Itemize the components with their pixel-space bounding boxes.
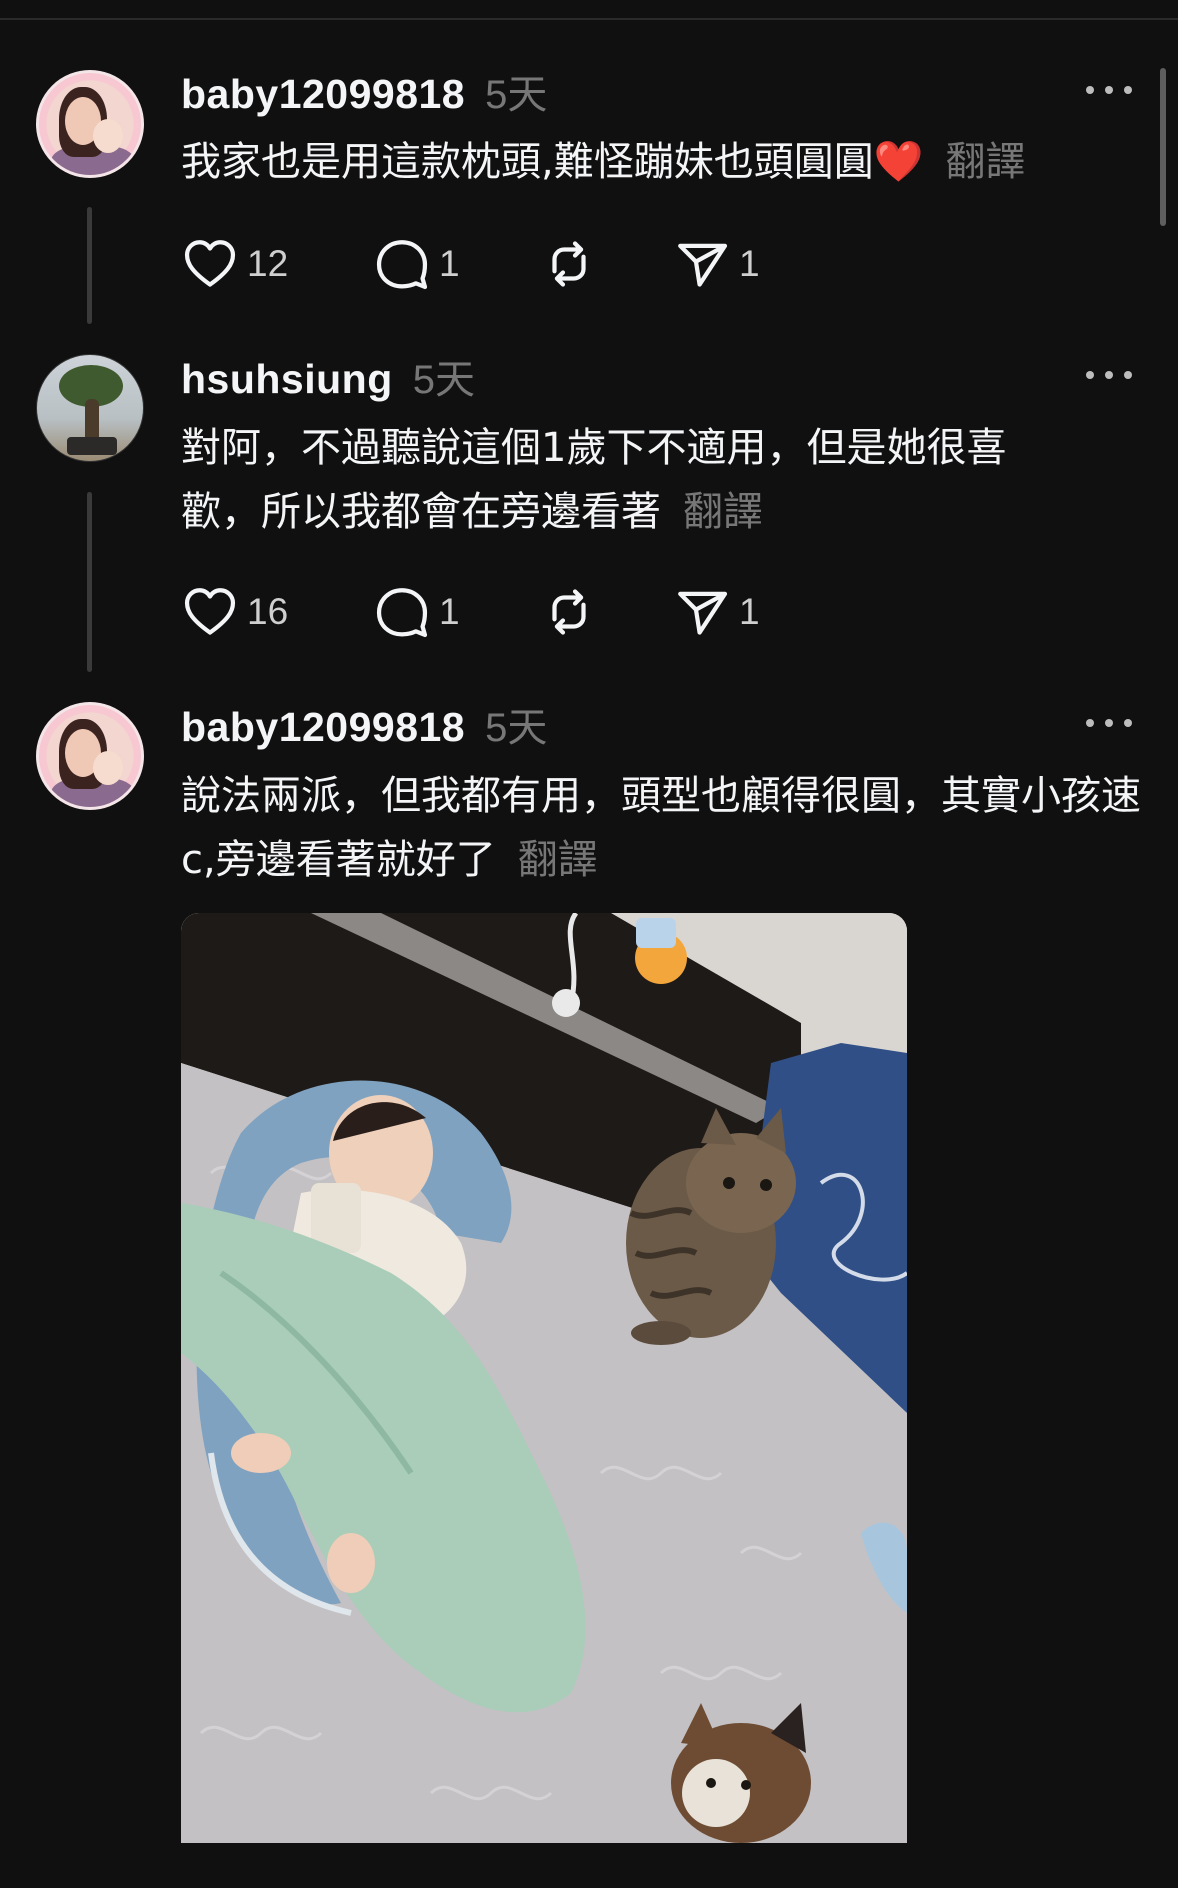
like-count: 12 bbox=[247, 243, 289, 284]
post-text: 我家也是用這款枕頭,難怪蹦妹也頭圓圓❤️ bbox=[181, 139, 924, 185]
timestamp: 5天 bbox=[485, 706, 548, 750]
avatar[interactable] bbox=[36, 702, 144, 810]
comment-count: 1 bbox=[439, 591, 460, 632]
share-button[interactable]: 1 bbox=[673, 234, 760, 294]
repost-button[interactable] bbox=[540, 582, 598, 642]
repost-button[interactable] bbox=[540, 234, 598, 294]
comment-button[interactable]: 1 bbox=[373, 582, 460, 642]
comment-count: 1 bbox=[439, 243, 460, 284]
scrollbar[interactable] bbox=[1160, 68, 1166, 226]
post-text: 說法兩派，但我都有用，頭型也顧得很圓，其實小孩速c,旁邊看著就好了 bbox=[181, 773, 1141, 883]
translate-link[interactable]: 翻譯 bbox=[683, 489, 763, 535]
heart-icon bbox=[184, 588, 236, 635]
like-count: 16 bbox=[247, 591, 289, 632]
post-text-container: 我家也是用這款枕頭,難怪蹦妹也頭圓圓❤️ 翻譯 bbox=[181, 130, 1141, 194]
send-icon bbox=[678, 243, 728, 287]
timestamp: 5天 bbox=[412, 358, 476, 402]
post-header: hsuhsiung 5天 bbox=[181, 347, 475, 405]
more-dots-icon[interactable] bbox=[1086, 84, 1132, 96]
thread-line bbox=[87, 207, 92, 324]
post-header: baby12099818 5天 bbox=[181, 62, 547, 120]
thread-line bbox=[87, 492, 92, 672]
more-dots-icon[interactable] bbox=[1086, 717, 1132, 729]
comment-bubble-icon bbox=[376, 240, 428, 290]
bottom-bar bbox=[0, 1843, 1178, 1888]
send-icon bbox=[678, 591, 728, 635]
top-divider bbox=[0, 18, 1178, 20]
share-count: 1 bbox=[739, 591, 760, 632]
heart-icon bbox=[184, 240, 236, 287]
username[interactable]: baby12099818 bbox=[181, 71, 465, 118]
post-header: baby12099818 5天 bbox=[181, 695, 547, 753]
share-count: 1 bbox=[739, 243, 760, 284]
more-dots-icon[interactable] bbox=[1086, 369, 1132, 381]
avatar[interactable] bbox=[36, 70, 144, 178]
comment-bubble-icon bbox=[376, 588, 428, 638]
post-text: 對阿，不過聽說這個1歲下不適用，但是她很喜歡，所以我都會在旁邊看著 bbox=[181, 425, 1007, 535]
post-text-container: 對阿，不過聽說這個1歲下不適用，但是她很喜歡，所以我都會在旁邊看著 翻譯 bbox=[181, 416, 1081, 544]
comment-button[interactable]: 1 bbox=[373, 234, 460, 294]
avatar[interactable] bbox=[36, 354, 144, 462]
like-button[interactable]: 12 bbox=[181, 234, 288, 294]
timestamp: 5天 bbox=[485, 73, 548, 117]
action-bar: 12 1 1 bbox=[181, 234, 881, 294]
baby-and-cats-photo bbox=[181, 913, 907, 1843]
username[interactable]: hsuhsiung bbox=[181, 356, 393, 403]
like-button[interactable]: 16 bbox=[181, 582, 288, 642]
post-photo[interactable] bbox=[181, 913, 907, 1843]
repost-icon bbox=[552, 241, 586, 287]
repost-icon bbox=[552, 589, 586, 635]
translate-link[interactable]: 翻譯 bbox=[518, 837, 598, 883]
post-text-container: 說法兩派，但我都有用，頭型也顧得很圓，其實小孩速c,旁邊看著就好了 翻譯 bbox=[181, 764, 1141, 892]
action-bar: 16 1 1 bbox=[181, 582, 881, 642]
translate-link[interactable]: 翻譯 bbox=[946, 139, 1026, 185]
share-button[interactable]: 1 bbox=[673, 582, 760, 642]
username[interactable]: baby12099818 bbox=[181, 704, 465, 751]
